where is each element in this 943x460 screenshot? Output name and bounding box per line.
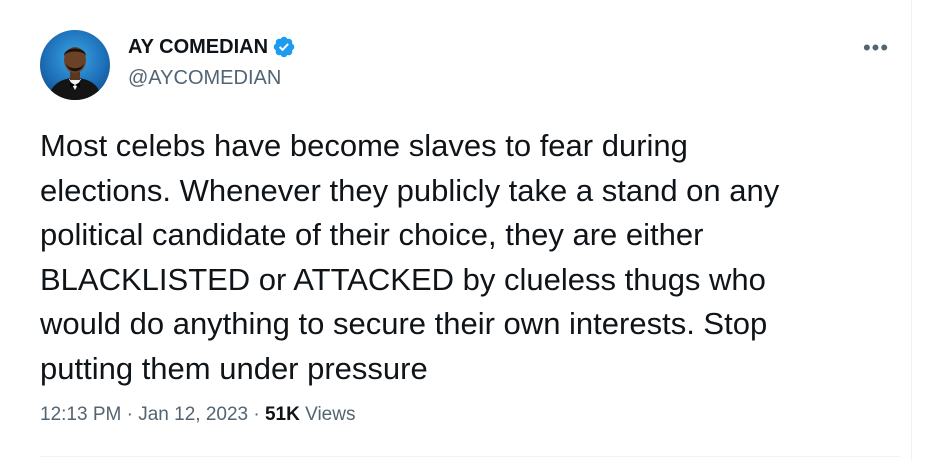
views-count: 51K — [264, 404, 300, 425]
divider — [40, 456, 900, 457]
more-options-button[interactable]: ••• — [860, 35, 892, 60]
tweet-date: Jan 12, 2023 — [138, 404, 249, 425]
separator-dot: · — [126, 404, 133, 425]
verified-badge-icon — [272, 35, 296, 59]
tweet-text: Most celebs have become slaves to fear d… — [40, 128, 780, 386]
more-horizontal-icon: ••• — [862, 35, 890, 60]
tweet-time: 12:13 PM — [40, 404, 122, 425]
tweet-metadata: 12:13 PM · Jan 12, 2023 · 51K Views — [40, 403, 355, 427]
author-name-row: AY COMEDIAN — [128, 34, 296, 60]
author-handle[interactable]: @AYCOMEDIAN — [128, 66, 281, 90]
tweet-timestamp-link[interactable]: 12:13 PM · Jan 12, 2023 — [40, 404, 248, 425]
author-display-name[interactable]: AY COMEDIAN — [128, 34, 268, 60]
profile-photo — [48, 47, 102, 100]
views-label: Views — [305, 404, 356, 425]
separator-dot: · — [253, 404, 260, 425]
tweet-card: AY COMEDIAN @AYCOMEDIAN ••• Most celebs … — [0, 0, 912, 460]
avatar[interactable] — [40, 30, 110, 100]
